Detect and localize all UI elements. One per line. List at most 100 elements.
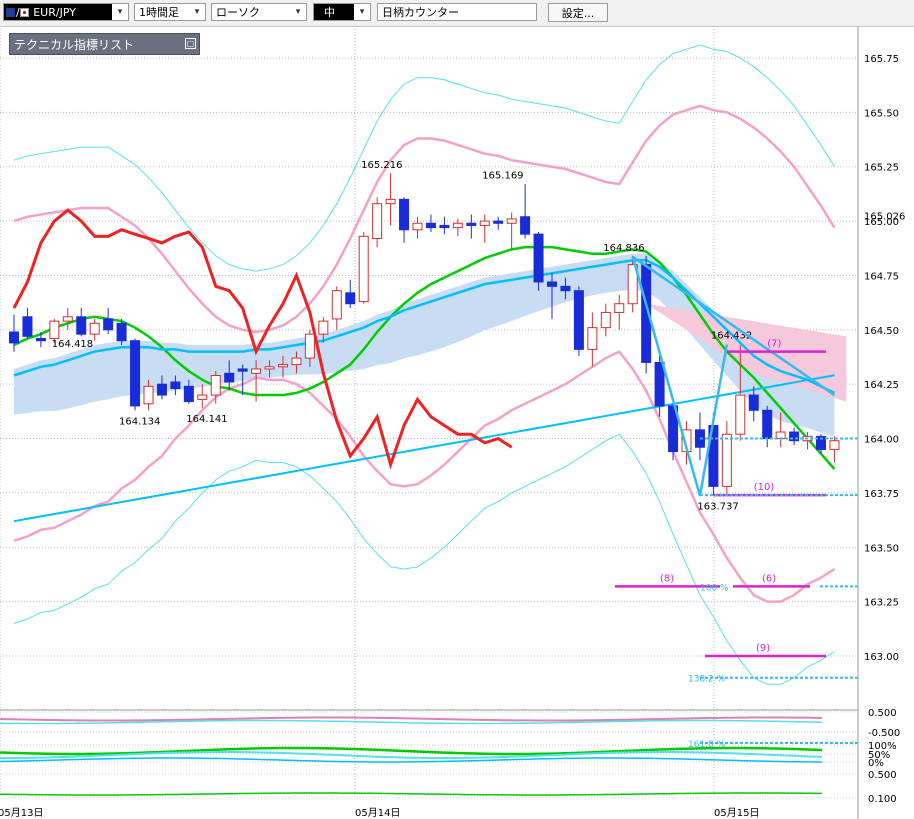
sub-line xyxy=(0,792,823,796)
y-tick-label: 164.50 xyxy=(864,326,899,337)
jp-flag-icon xyxy=(19,8,29,17)
candle-body xyxy=(506,218,517,224)
target-label: (10) xyxy=(754,482,775,493)
candle-body xyxy=(35,338,46,342)
x-tick-label: 05月14日 xyxy=(355,807,400,819)
y-tick-label: 163.75 xyxy=(864,489,899,500)
price-label: 164.836 xyxy=(603,243,644,254)
candle-body xyxy=(587,327,598,350)
fib-label: 100 % xyxy=(700,583,729,593)
candle-body xyxy=(264,366,275,370)
size-select[interactable]: 中 ▾ xyxy=(313,3,371,21)
sub-axis-label: 0.500 xyxy=(868,770,897,781)
candle-body xyxy=(62,316,73,322)
price-label: 164.418 xyxy=(52,339,93,350)
price-label: 164.141 xyxy=(186,414,227,425)
sub-axis-label: 0% xyxy=(868,758,884,769)
candle-body xyxy=(116,322,127,342)
target-label: (7) xyxy=(767,339,781,350)
candle-body xyxy=(183,385,194,403)
candle-body xyxy=(466,222,477,226)
candle-body xyxy=(385,198,396,205)
candle-body xyxy=(600,311,611,329)
candle-body xyxy=(76,316,87,335)
sub-axis-label: 0.500 xyxy=(868,708,897,719)
sub-axis-label: 0.100 xyxy=(868,794,897,805)
settings-button[interactable]: 設定... xyxy=(548,3,608,22)
candle-body xyxy=(735,394,746,435)
y-tick-label: 164.75 xyxy=(864,271,899,282)
candle-body xyxy=(358,235,369,303)
candle-body xyxy=(224,372,235,383)
sub-panel: 0.500-0.500100%50%0%0.5000.100 xyxy=(0,708,900,805)
current-price-label: 165.026 xyxy=(864,211,905,222)
fib-label: 138.2 % xyxy=(688,675,726,685)
candle-body xyxy=(331,290,342,320)
x-tick-label: 05月15日 xyxy=(714,807,759,819)
candle-body xyxy=(251,368,262,374)
target-label: (9) xyxy=(756,643,770,654)
candle-body xyxy=(425,222,436,229)
candle-body xyxy=(829,440,840,450)
price-label: 163.737 xyxy=(697,502,738,513)
candle-body xyxy=(22,316,33,337)
candle-body xyxy=(614,303,625,313)
candle-body xyxy=(560,285,571,292)
sub-axis-label: -0.500 xyxy=(868,728,900,739)
counter-label: 日柄カウンター xyxy=(382,6,459,19)
chart-style-label: ローソク xyxy=(216,6,260,19)
candle-body xyxy=(439,224,450,229)
candle-body xyxy=(345,292,356,305)
candle-body xyxy=(237,368,248,372)
counter-field[interactable]: 日柄カウンター xyxy=(377,3,537,21)
chart-style-select[interactable]: ローソク ▾ xyxy=(211,3,307,21)
chevron-down-icon: ▾ xyxy=(354,4,370,20)
y-tick-label: 164.00 xyxy=(864,435,899,446)
candle-body xyxy=(318,320,329,335)
symbol-select[interactable]: / EUR/JPY ▾ xyxy=(3,3,129,21)
toolbar: / EUR/JPY ▾ 1時間足 ▾ ローソク ▾ 中 ▾ 日柄カウンター 設定… xyxy=(0,0,914,27)
candle-body xyxy=(9,331,19,344)
size-label: 中 xyxy=(324,6,335,19)
candle-body xyxy=(533,233,544,283)
candle-body xyxy=(694,429,705,448)
candle-body xyxy=(399,198,410,231)
symbol-label: EUR/JPY xyxy=(33,6,76,19)
y-tick-label: 165.75 xyxy=(864,54,899,65)
timeframe-select[interactable]: 1時間足 ▾ xyxy=(134,3,206,21)
target-label: (6) xyxy=(762,573,776,584)
candle-body xyxy=(654,361,665,407)
y-tick-label: 163.25 xyxy=(864,598,899,609)
y-tick-label: 163.00 xyxy=(864,652,899,663)
candle-body xyxy=(170,381,181,390)
eu-flag-icon xyxy=(6,8,15,17)
chevron-down-icon: ▾ xyxy=(295,7,301,17)
y-tick-label: 163.50 xyxy=(864,543,899,554)
candle-body xyxy=(762,409,773,440)
target-label: (8) xyxy=(660,573,674,584)
candle-body xyxy=(372,203,383,239)
candle-body xyxy=(103,318,114,331)
candle-body xyxy=(493,220,504,224)
candle-body xyxy=(130,340,141,407)
price-label: 165.216 xyxy=(361,160,402,171)
y-tick-label: 165.25 xyxy=(864,163,899,174)
candle-body xyxy=(452,222,463,229)
candle-body xyxy=(547,281,557,287)
price-label: 164.134 xyxy=(119,416,160,427)
timeframe-label: 1時間足 xyxy=(139,6,179,19)
x-tick-label: 05月13日 xyxy=(0,807,43,819)
candle-body xyxy=(210,374,221,396)
price-label: 165.169 xyxy=(482,170,523,181)
candle-body xyxy=(291,357,302,366)
price-chart: 164.418 164.134 164.141 165.216 165.169 164.8… xyxy=(0,26,905,819)
candle-body xyxy=(49,320,60,340)
candle-body xyxy=(143,385,154,405)
y-tick-label: 164.25 xyxy=(864,380,899,391)
candle-body xyxy=(412,222,423,231)
candle-body xyxy=(479,220,490,226)
chevron-down-icon: ▾ xyxy=(112,4,128,20)
price-label: 164.432 xyxy=(711,331,752,342)
candle-body xyxy=(573,290,584,350)
candle-body xyxy=(197,394,208,400)
